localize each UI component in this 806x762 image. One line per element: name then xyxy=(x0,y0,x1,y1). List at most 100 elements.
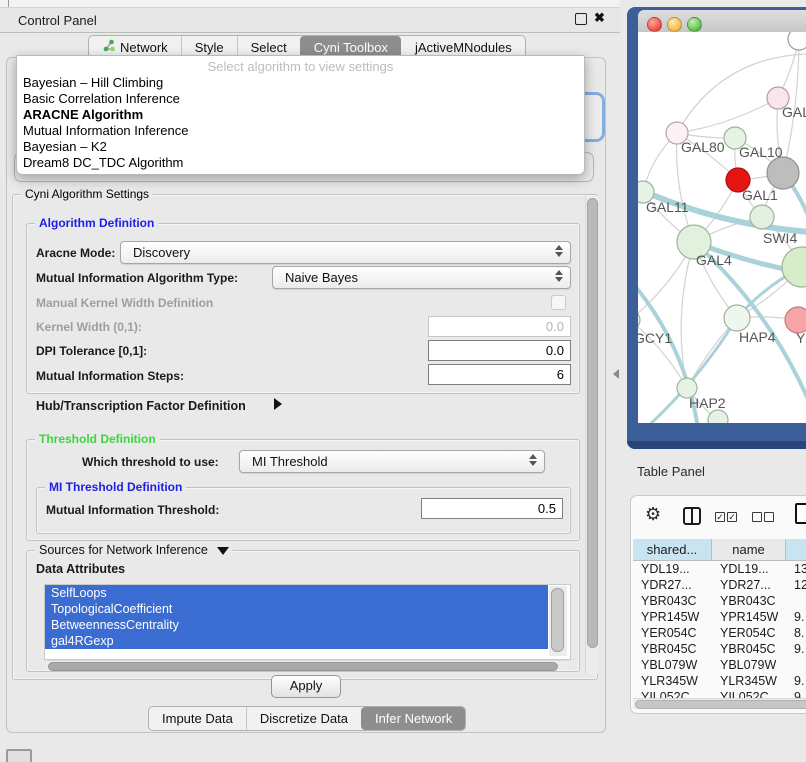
network-node[interactable] xyxy=(788,32,806,50)
sources-legend-text: Sources for Network Inference xyxy=(39,543,208,557)
page-icon[interactable] xyxy=(795,503,806,524)
top-strip xyxy=(0,0,620,8)
cyni-algorithm-settings-legend: Cyni Algorithm Settings xyxy=(21,187,153,201)
node-label: Y xyxy=(796,330,806,346)
stepper-icon xyxy=(529,454,537,466)
network-canvas[interactable]: GALGAL80GAL10GAL1GAL11GAL4SWI4GCY1HAP4YH… xyxy=(638,32,806,423)
aracne-mode-combo[interactable]: Discovery xyxy=(120,241,571,264)
minimized-panel-icon[interactable] xyxy=(6,749,32,762)
table-cell: YPR145W xyxy=(712,609,786,625)
attribute-item[interactable]: BetweennessCentrality xyxy=(45,617,548,633)
mi-threshold-legend: MI Threshold Definition xyxy=(45,480,186,494)
select-all-checkbox-icon[interactable]: ✓ xyxy=(727,512,737,522)
node-label: SWI4 xyxy=(763,230,797,246)
node-label: GCY1 xyxy=(638,330,672,346)
aracne-mode-label: Aracne Mode: xyxy=(36,246,115,260)
table-cell: 12 xyxy=(786,577,806,593)
table-cell: YBR045C xyxy=(712,641,786,657)
table-cell: YBL079W xyxy=(633,657,712,673)
network-node-swi4[interactable] xyxy=(782,247,806,287)
table-row[interactable]: YLR345WYLR345W9. xyxy=(633,673,806,689)
columns-icon[interactable] xyxy=(683,507,701,525)
minimize-traffic-light[interactable] xyxy=(667,17,682,32)
close-traffic-light[interactable] xyxy=(647,17,662,32)
table-cell: 9. xyxy=(786,673,806,689)
table-hscroll-thumb[interactable] xyxy=(635,700,806,709)
column-header[interactable]: shared... xyxy=(633,539,712,561)
algorithm-dropdown-hint: Select algorithm to view settings xyxy=(17,59,584,75)
expander-down-icon[interactable] xyxy=(217,547,229,555)
column-header[interactable]: name xyxy=(712,539,786,561)
which-threshold-combo[interactable]: MI Threshold xyxy=(239,450,545,473)
top-strip-tick xyxy=(8,0,9,7)
mode-tab-infer-network[interactable]: Infer Network xyxy=(361,707,465,730)
table-row[interactable]: YDL19...YDL19...13 xyxy=(633,561,806,577)
algorithm-option[interactable]: Dream8 DC_TDC Algorithm xyxy=(17,155,584,171)
settings-vertical-scrollbar[interactable] xyxy=(585,196,598,674)
table-cell: YBR043C xyxy=(633,593,712,609)
expander-right-icon[interactable] xyxy=(274,398,282,410)
table-row[interactable]: YBR045CYBR045C9. xyxy=(633,641,806,657)
mi-threshold-field[interactable]: 0.5 xyxy=(421,498,563,519)
node-label: GAL4 xyxy=(696,252,732,268)
algorithm-option[interactable]: Basic Correlation Inference xyxy=(17,91,584,107)
apply-button[interactable]: Apply xyxy=(271,675,341,698)
close-icon[interactable]: ✖ xyxy=(594,10,605,26)
network-node[interactable] xyxy=(708,410,728,423)
deselect-all-checkbox-icon[interactable] xyxy=(764,512,774,522)
network-node-gal1[interactable] xyxy=(750,205,774,229)
mode-tab-label: Impute Data xyxy=(162,707,233,730)
mode-tab-discretize-data[interactable]: Discretize Data xyxy=(246,707,361,730)
mi-algorithm-type-combo[interactable]: Naive Bayes xyxy=(272,266,571,289)
node-label: HAP4 xyxy=(739,329,776,345)
attr-list-vscrollbar[interactable] xyxy=(549,586,567,656)
network-node-hap4[interactable] xyxy=(724,305,750,331)
algorithm-definition-legend: Algorithm Definition xyxy=(35,216,158,230)
table-cell: YBR043C xyxy=(712,593,786,609)
attr-list-vscroll-thumb[interactable] xyxy=(551,588,564,652)
mi-algorithm-type-value: Naive Bayes xyxy=(285,270,358,285)
float-window-icon[interactable] xyxy=(575,13,587,25)
zoom-traffic-light[interactable] xyxy=(687,17,702,32)
table-cell: 9. xyxy=(786,609,806,625)
attribute-item[interactable]: SelfLoops xyxy=(45,585,548,601)
table-cell: YDL19... xyxy=(633,561,712,577)
table-row[interactable]: YER054CYER054C8. xyxy=(633,625,806,641)
stepper-icon xyxy=(555,245,563,257)
attr-list-hscrollbar[interactable] xyxy=(46,660,569,670)
network-node[interactable] xyxy=(767,157,799,189)
data-attributes-label: Data Attributes xyxy=(36,562,125,576)
table-row[interactable]: YPR145WYPR145W9. xyxy=(633,609,806,625)
kernel-width-field[interactable]: 0.0 xyxy=(428,316,571,337)
mode-tab-impute-data[interactable]: Impute Data xyxy=(149,707,246,730)
settings-scrollbar-thumb[interactable] xyxy=(587,198,598,648)
network-graph: GALGAL80GAL10GAL1GAL11GAL4SWI4GCY1HAP4YH… xyxy=(638,32,806,423)
gear-icon[interactable]: ⚙ xyxy=(645,504,661,525)
table-hscrollbar[interactable] xyxy=(633,698,806,709)
attribute-item[interactable]: TopologicalCoefficient xyxy=(45,601,548,617)
select-all-checkbox-icon[interactable]: ✓ xyxy=(715,512,725,522)
algorithm-option[interactable]: Bayesian – K2 xyxy=(17,139,584,155)
table-cell: YBL079W xyxy=(712,657,786,673)
attr-list-hscroll-thumb[interactable] xyxy=(48,662,558,671)
attribute-item[interactable]: gal4RGexp xyxy=(45,633,548,649)
algorithm-dropdown-list: Select algorithm to view settings Bayesi… xyxy=(16,55,585,175)
deselect-all-checkbox-icon[interactable] xyxy=(752,512,762,522)
which-threshold-value: MI Threshold xyxy=(252,454,328,469)
table-row[interactable]: YBL079WYBL079W xyxy=(633,657,806,673)
data-attributes-list[interactable]: SelfLoopsTopologicalCoefficientBetweenne… xyxy=(44,584,571,660)
dpi-tolerance-field[interactable]: 0.0 xyxy=(428,340,571,361)
manual-kernel-checkbox[interactable] xyxy=(551,295,566,310)
algorithm-option[interactable]: ARACNE Algorithm xyxy=(17,107,584,123)
mi-steps-field[interactable]: 6 xyxy=(428,364,571,385)
column-header[interactable]: A xyxy=(786,539,806,561)
algorithm-option[interactable]: Mutual Information Inference xyxy=(17,123,584,139)
splitter-collapse-icon[interactable] xyxy=(613,369,619,379)
table-header-row: shared...nameA xyxy=(633,539,806,561)
algorithm-option[interactable]: Bayesian – Hill Climbing xyxy=(17,75,584,91)
table-row[interactable]: YBR043CYBR043C xyxy=(633,593,806,609)
table-row[interactable]: YDR27...YDR27...12 xyxy=(633,577,806,593)
sources-legend: Sources for Network Inference xyxy=(35,543,233,557)
table-panel-title: Table Panel xyxy=(637,464,705,479)
table-cell: YDL19... xyxy=(712,561,786,577)
